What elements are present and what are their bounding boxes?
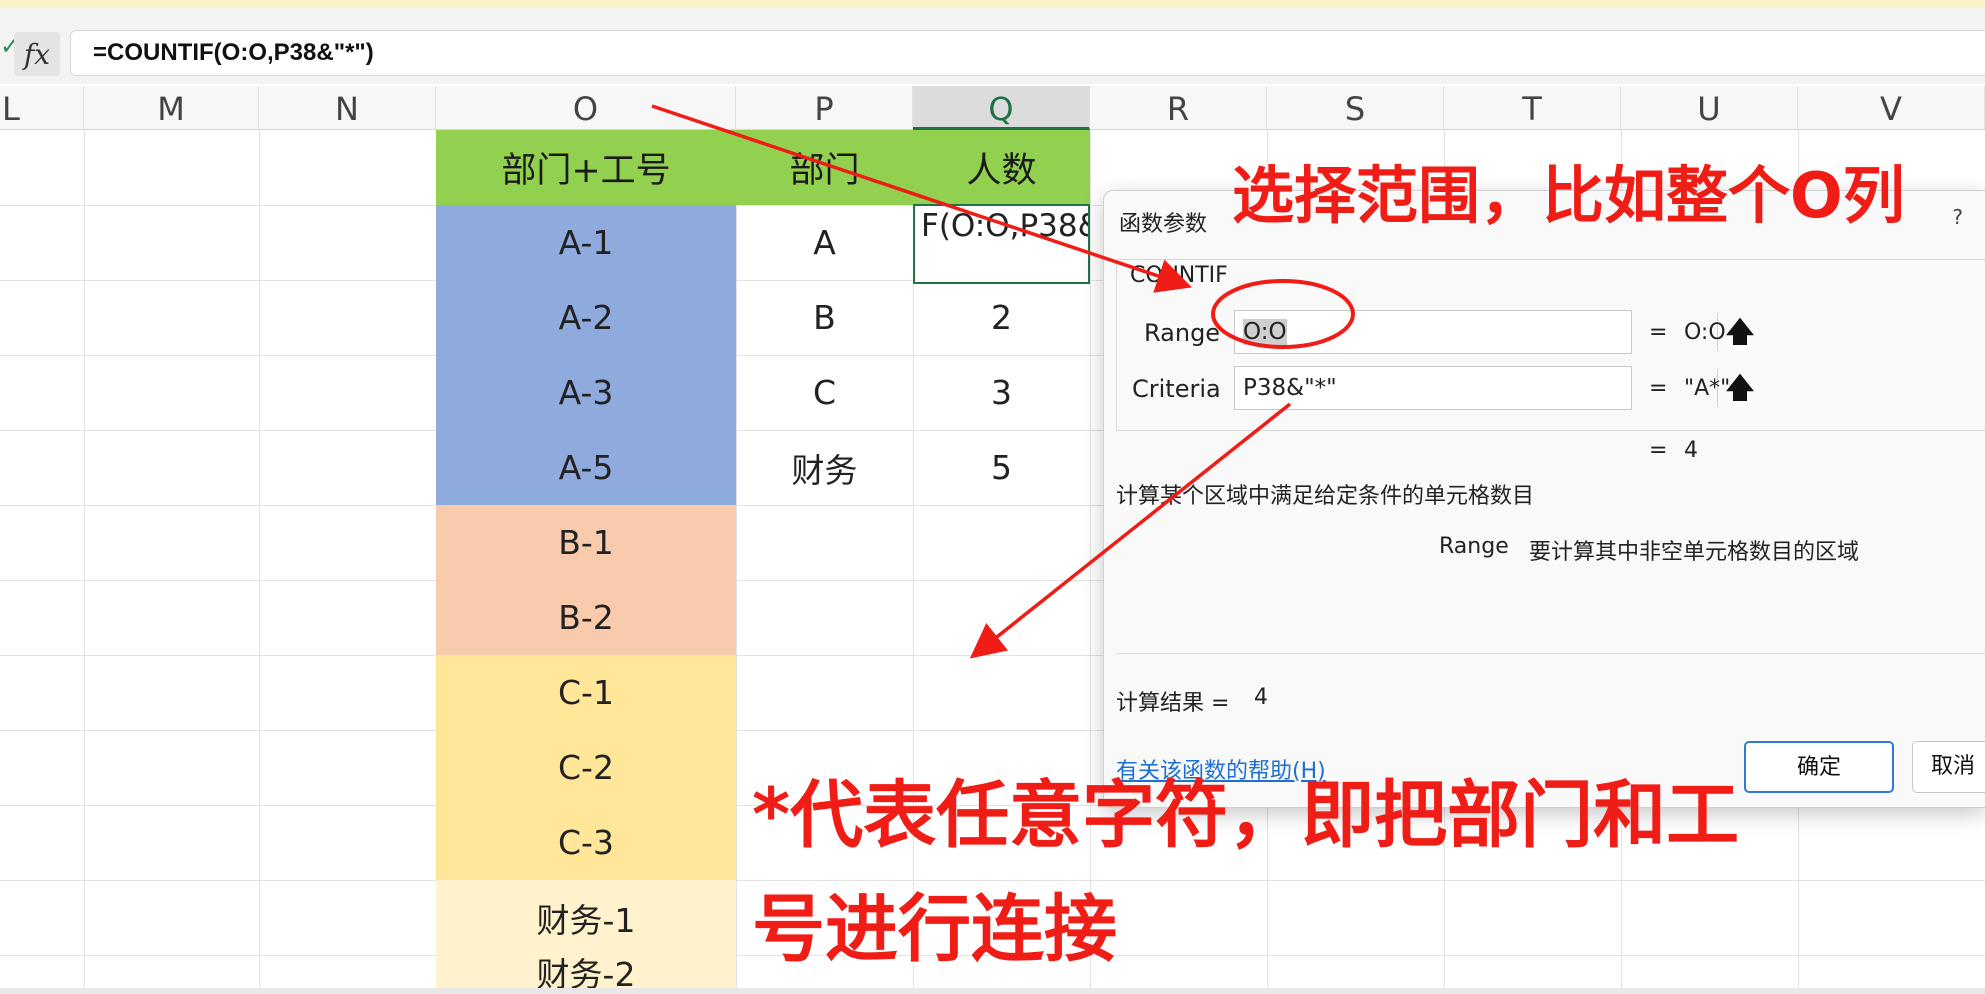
arrow-to-range-input xyxy=(651,104,1192,293)
annotation-overlay xyxy=(651,104,1355,659)
window-bottom-strip xyxy=(0,988,1985,994)
range-highlight-circle xyxy=(1211,279,1355,349)
arrow-to-criteria-explanation xyxy=(969,402,1292,659)
